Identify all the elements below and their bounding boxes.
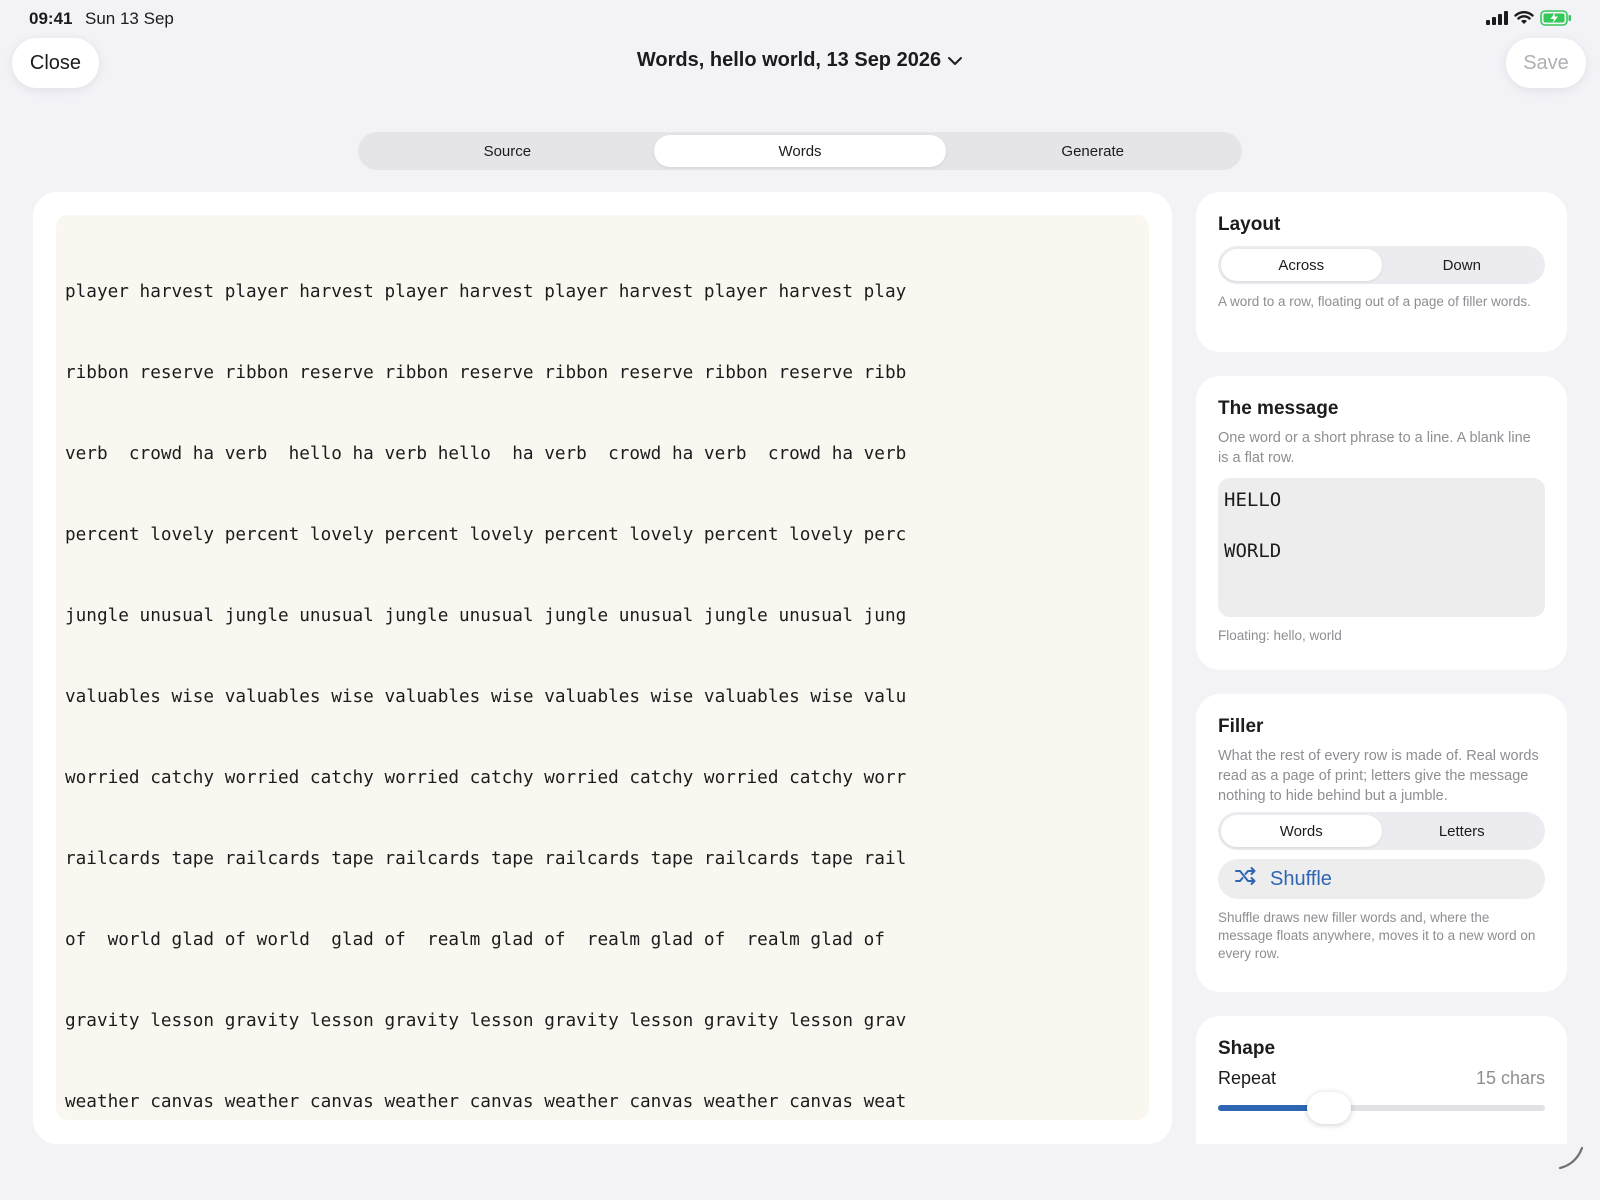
shape-card: Shape Repeat 15 chars (1196, 1016, 1567, 1144)
shape-title: Shape (1218, 1038, 1276, 1059)
editor-line: gravity lesson gravity lesson gravity le… (65, 1011, 907, 1031)
repeat-value: 15 chars (1475, 1068, 1545, 1088)
shuffle-note: Shuffle draws new filler words and, wher… (1218, 910, 1536, 961)
editor-line: railcards tape railcards tape railcards … (65, 849, 907, 869)
layout-title: Layout (1218, 214, 1281, 235)
editor-line: percent lovely percent lovely percent lo… (65, 525, 907, 545)
repeat-row: Repeat 15 chars (1218, 1068, 1545, 1089)
message-line: HELLO (1224, 489, 1282, 511)
editor-line: ribbon reserve ribbon reserve ribbon res… (65, 363, 907, 383)
layout-segmented: Across Down (1218, 246, 1545, 284)
editor-line: valuables wise valuables wise valuables … (65, 687, 907, 707)
layout-description: A word to a row, floating out of a page … (1218, 294, 1531, 309)
editor-line: worried catchy worried catchy worried ca… (65, 768, 907, 788)
editor-line: player harvest player harvest player har… (65, 282, 907, 302)
status-time: 09:41 (29, 9, 73, 28)
editor-line: verb crowd ha verb hello ha verb hello h… (65, 444, 907, 464)
shuffle-icon (1234, 866, 1258, 892)
shuffle-button[interactable]: Shuffle (1218, 859, 1545, 899)
editor-line: weather canvas weather canvas weather ca… (65, 1092, 907, 1112)
chevron-down-icon (947, 49, 963, 72)
filler-description: What the rest of every row is made of. R… (1218, 748, 1539, 804)
message-input[interactable]: HELLO WORLD (1218, 478, 1545, 617)
filler-segmented: Words Letters (1218, 812, 1545, 850)
editor-line: of world glad of world glad of realm gla… (65, 930, 885, 950)
document-title: Words, hello world, 13 Sep 2026 (636, 49, 942, 71)
words-text-editor[interactable]: player harvest player harvest player har… (56, 215, 1149, 1120)
layout-card: Layout Across Down A word to a row, floa… (1196, 192, 1567, 352)
message-line: WORLD (1224, 540, 1282, 562)
filler-option-letters[interactable]: Letters (1382, 815, 1543, 847)
main-tabs: Source Words Generate (358, 132, 1242, 170)
repeat-slider[interactable] (1218, 1092, 1545, 1124)
message-description: One word or a short phrase to a line. A … (1218, 430, 1531, 466)
message-line (1224, 514, 1539, 540)
editor-card: player harvest player harvest player har… (33, 192, 1172, 1144)
editor-line: jungle unusual jungle unusual jungle unu… (65, 606, 907, 626)
filler-card: Filler What the rest of every row is mad… (1196, 694, 1567, 992)
status-date: Sun 13 Sep (85, 9, 174, 28)
message-title: The message (1218, 398, 1339, 419)
status-icons (1486, 10, 1572, 31)
repeat-label: Repeat (1218, 1068, 1277, 1088)
layout-option-down[interactable]: Down (1382, 249, 1543, 281)
tab-source[interactable]: Source (361, 135, 654, 167)
scroll-indicator-icon (1556, 1142, 1586, 1172)
filler-option-words[interactable]: Words (1221, 815, 1382, 847)
repeat-slider-thumb[interactable] (1307, 1092, 1352, 1124)
save-button[interactable]: Save (1506, 38, 1586, 88)
signal-icon (1486, 11, 1508, 30)
layout-option-across[interactable]: Across (1221, 249, 1382, 281)
tab-generate[interactable]: Generate (946, 135, 1239, 167)
floating-note: Floating: hello, world (1218, 628, 1342, 643)
tab-words[interactable]: Words (653, 135, 947, 167)
filler-title: Filler (1218, 716, 1264, 737)
status-bar: 09:41 Sun 13 Sep (0, 0, 1600, 36)
battery-charging-icon (1540, 10, 1572, 31)
shuffle-label: Shuffle (1270, 867, 1332, 890)
message-card: The message One word or a short phrase t… (1196, 376, 1567, 670)
document-title-menu[interactable]: Words, hello world, 13 Sep 2026 (0, 49, 1600, 72)
wifi-icon (1514, 11, 1534, 30)
